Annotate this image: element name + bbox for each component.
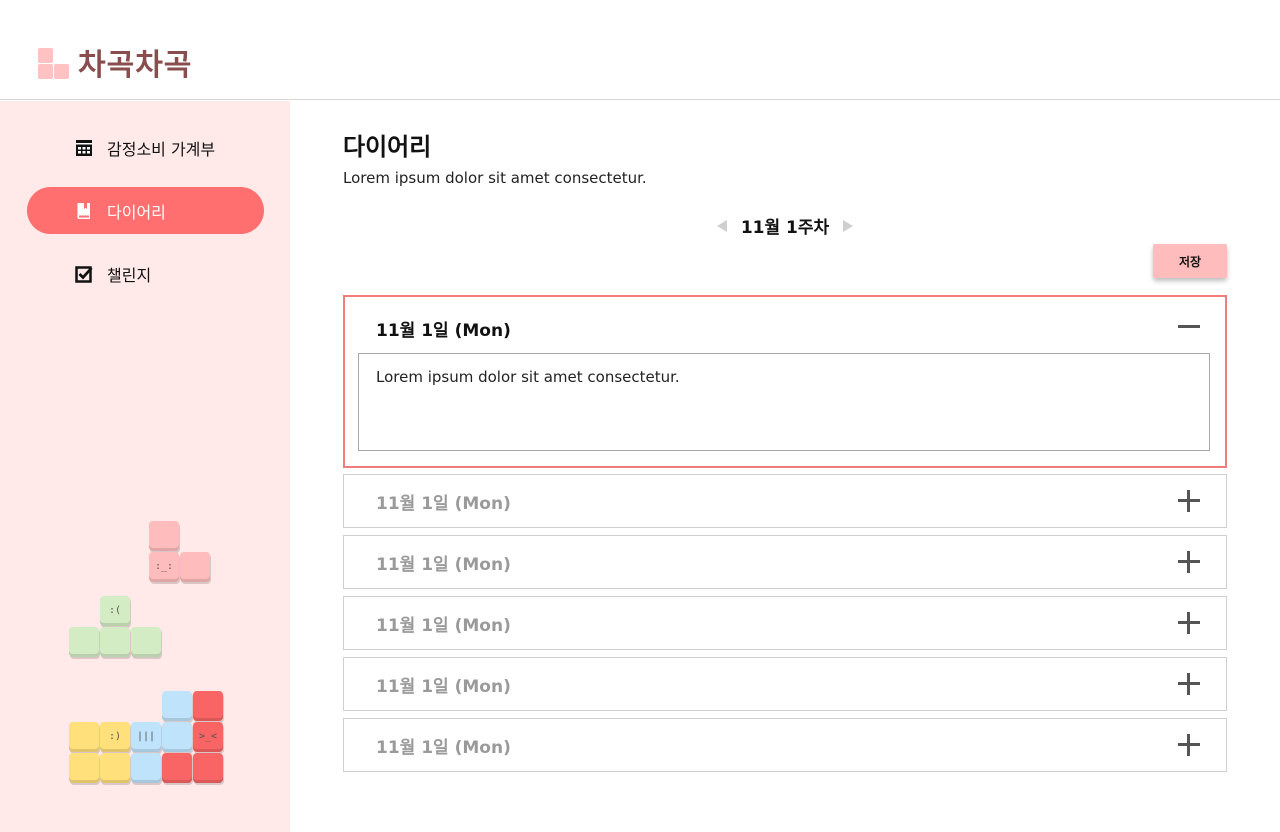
green-block bbox=[100, 627, 130, 657]
red-block bbox=[193, 753, 223, 783]
pink-block bbox=[149, 521, 179, 551]
prev-week-icon[interactable] bbox=[716, 219, 727, 232]
pink-block bbox=[180, 552, 210, 582]
next-week-icon[interactable] bbox=[843, 219, 854, 232]
yellow-block bbox=[100, 753, 130, 783]
checkbox-icon bbox=[75, 265, 93, 283]
diary-entry: 11월 1일 (Mon) Lorem ipsum dolor sit amet … bbox=[343, 295, 1227, 468]
diary-entry[interactable]: 11월 1일 (Mon) bbox=[343, 657, 1227, 711]
diary-textarea[interactable]: Lorem ipsum dolor sit amet consectetur. bbox=[358, 353, 1210, 451]
sidebar-item-budget[interactable]: 감정소비 가계부 bbox=[27, 124, 264, 171]
diary-entry[interactable]: 11월 1일 (Mon) bbox=[343, 535, 1227, 589]
face-icon: :_: bbox=[154, 561, 174, 572]
green-block bbox=[69, 627, 99, 657]
face-icon: >_< bbox=[198, 731, 218, 742]
entry-date: 11월 1일 (Mon) bbox=[376, 615, 511, 636]
red-block bbox=[193, 691, 223, 721]
red-block bbox=[162, 753, 192, 783]
expand-icon[interactable] bbox=[1178, 673, 1200, 695]
logo[interactable]: 차곡차곡 bbox=[38, 40, 192, 84]
expand-icon[interactable] bbox=[1178, 734, 1200, 756]
week-navigator: 11월 1주차 bbox=[343, 213, 1227, 238]
diary-entry[interactable]: 11월 1일 (Mon) bbox=[343, 474, 1227, 528]
sidebar-item-challenge[interactable]: 챌린지 bbox=[27, 250, 264, 297]
logo-mark-icon bbox=[38, 45, 70, 79]
face-icon: :) bbox=[108, 731, 122, 742]
sidebar-item-label: 감정소비 가계부 bbox=[107, 139, 216, 159]
calendar-icon bbox=[76, 139, 92, 156]
blue-block: ||| bbox=[131, 722, 161, 752]
expand-icon[interactable] bbox=[1178, 490, 1200, 512]
book-icon bbox=[77, 202, 90, 219]
face-icon: ||| bbox=[136, 731, 156, 742]
sidebar-item-label: 다이어리 bbox=[107, 202, 166, 222]
entry-date[interactable]: 11월 1일 (Mon) bbox=[376, 297, 511, 359]
blue-block bbox=[162, 722, 192, 752]
entry-date: 11월 1일 (Mon) bbox=[376, 493, 511, 514]
entry-date: 11월 1일 (Mon) bbox=[376, 554, 511, 575]
expand-icon[interactable] bbox=[1178, 612, 1200, 634]
green-block bbox=[131, 627, 161, 657]
expand-icon[interactable] bbox=[1178, 551, 1200, 573]
blue-block bbox=[131, 753, 161, 783]
page-description: Lorem ipsum dolor sit amet consectetur. bbox=[343, 169, 647, 187]
yellow-block bbox=[69, 722, 99, 752]
save-button[interactable]: 저장 bbox=[1153, 244, 1227, 278]
logo-text: 차곡차곡 bbox=[78, 48, 193, 83]
yellow-block bbox=[69, 753, 99, 783]
entry-date: 11월 1일 (Mon) bbox=[376, 737, 511, 758]
app-header: 차곡차곡 bbox=[0, 0, 1280, 100]
pink-block: :_: bbox=[149, 552, 179, 582]
yellow-block: :) bbox=[100, 722, 130, 752]
week-label: 11월 1주차 bbox=[740, 218, 830, 238]
diary-entry[interactable]: 11월 1일 (Mon) bbox=[343, 718, 1227, 772]
sidebar-item-label: 챌린지 bbox=[107, 265, 152, 285]
red-block: >_< bbox=[193, 722, 223, 752]
sidebar-item-diary[interactable]: 다이어리 bbox=[27, 187, 264, 234]
green-block: :( bbox=[100, 596, 130, 626]
page-title: 다이어리 bbox=[343, 133, 432, 161]
blue-block bbox=[162, 691, 192, 721]
diary-entry[interactable]: 11월 1일 (Mon) bbox=[343, 596, 1227, 650]
entry-date: 11월 1일 (Mon) bbox=[376, 676, 511, 697]
face-icon: :( bbox=[108, 605, 122, 616]
collapse-icon[interactable] bbox=[1178, 316, 1200, 338]
sidebar: 감정소비 가계부 다이어리 챌린지 :_: :( :) ||| >_< bbox=[0, 101, 290, 832]
